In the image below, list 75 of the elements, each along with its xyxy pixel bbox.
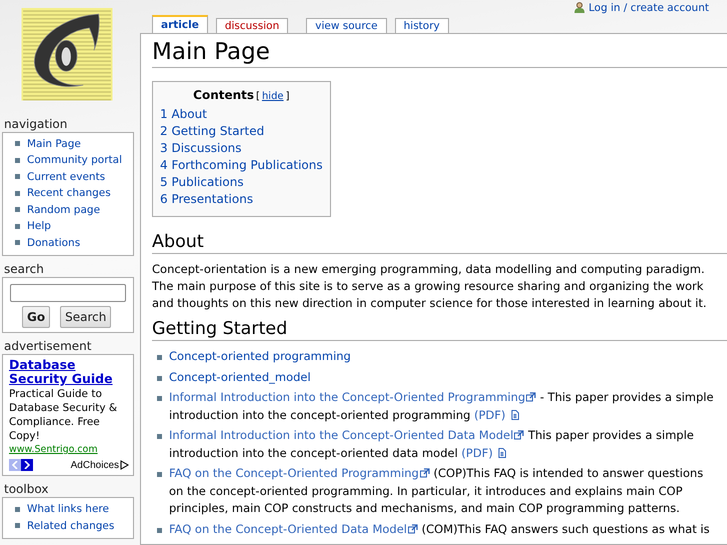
toolbox-link[interactable]: Related changes	[27, 520, 114, 532]
bullet-icon	[157, 472, 162, 477]
toc-link[interactable]: 5 Publications	[160, 174, 323, 191]
document-icon	[497, 448, 508, 458]
bullet-icon	[15, 174, 20, 180]
bullet-icon	[15, 224, 20, 229]
page-tab[interactable]: article	[152, 15, 208, 33]
nav-link[interactable]: Current events	[27, 170, 106, 183]
nav-link[interactable]: Community portal	[27, 154, 122, 166]
nav-link[interactable]: Recent changes	[27, 187, 111, 200]
toc-link[interactable]: 4 Forthcoming Publications	[160, 157, 323, 174]
ad-headline[interactable]: Database Security Guide	[9, 358, 129, 386]
bullet-icon	[157, 355, 162, 360]
nav-link[interactable]: Donations	[27, 236, 80, 249]
external-link-icon	[408, 524, 418, 534]
portlet-heading: advertisement	[4, 339, 92, 353]
bullet-icon	[157, 434, 162, 439]
document-icon	[510, 410, 520, 420]
toolbox-link[interactable]: What links here	[27, 503, 109, 516]
nav-link[interactable]: Random page	[27, 204, 100, 216]
list-item-text: Informal Introduction into the Concept-Oriented Programming - This paper provides a simple introduction into the concept-oriented programming (PDF)	[169, 389, 715, 424]
contents-heading: Contents	[193, 88, 254, 102]
adchoices-label[interactable]: AdChoices	[70, 460, 119, 470]
list-item-text: Informal Introduction into the Concept-Oriented Data Model This paper provides a simple introduction into the concept-oriented data model (PDF)	[169, 427, 695, 462]
toc-link[interactable]: 1 About	[160, 106, 323, 123]
external-link[interactable]: Informal Introduction into the Concept-Oriented Programming	[169, 390, 536, 404]
article-link[interactable]: Concept-oriented programming	[169, 349, 351, 363]
portlet-heading: navigation	[4, 116, 68, 130]
search-button[interactable]: Search	[60, 306, 112, 328]
toc-link[interactable]: 3 Discussions	[160, 140, 323, 157]
ad-url[interactable]: www.Sentrigo.com	[9, 443, 129, 456]
external-link-icon	[514, 430, 524, 440]
pdf-link[interactable]: (PDF)	[461, 446, 508, 460]
hide-link[interactable]: hide	[262, 91, 284, 102]
toc-link[interactable]: 2 Getting Started	[160, 123, 323, 140]
external-link[interactable]: FAQ on the Concept-Oriented Data Model	[169, 522, 418, 536]
bracket-icon: [	[256, 91, 260, 102]
bullet-icon	[157, 528, 162, 532]
external-link-icon	[420, 468, 430, 478]
page-tab[interactable]: history	[394, 18, 449, 33]
bullet-icon	[15, 240, 20, 246]
go-button[interactable]: Go	[22, 306, 50, 328]
nav-link[interactable]: Help	[27, 220, 51, 232]
play-icon	[120, 460, 129, 470]
bullet-icon	[157, 396, 162, 401]
bullet-icon	[15, 523, 20, 528]
bullet-icon	[15, 141, 20, 146]
page-title: Main Page	[152, 38, 727, 68]
nav-link[interactable]: Main Page	[27, 138, 81, 150]
section-heading: About	[152, 231, 727, 254]
next-button[interactable]	[21, 459, 33, 471]
pdf-link[interactable]: (PDF)	[474, 408, 520, 422]
page-tab[interactable]: discussion	[216, 18, 288, 33]
toc-link[interactable]: 6 Presentations	[160, 191, 323, 208]
bracket-icon: ]	[286, 91, 290, 102]
bullet-icon	[157, 376, 162, 380]
ad-text: Practical Guide to Database Security & Compliance. Free Copy!	[9, 387, 118, 443]
external-link-icon	[526, 392, 536, 402]
list-item-text: FAQ on the Concept-Oriented Programming (COP)This FAQ is intended to answer questions on the concept-oriented programming. In particular, it introduces and explains main COP principles, main COP constructs and mechanisms, and main COP programming patterns.	[169, 465, 704, 517]
article-link[interactable]: Concept-oriented_model	[169, 370, 311, 384]
external-link[interactable]: Informal Introduction into the Concept-Oriented Data Model	[169, 428, 524, 442]
user-icon	[574, 2, 585, 13]
bullet-icon	[15, 158, 20, 163]
list-item-text: FAQ on the Concept-Oriented Data Model (COM)This FAQ answers such questions as what is	[169, 520, 711, 538]
portlet-heading: search	[4, 262, 45, 276]
bullet-icon	[15, 190, 20, 196]
bullet-icon	[15, 207, 20, 212]
paragraph: Concept-orientation is a new emerging programming, data modelling and computing paradigm. The main purpose of this site is to serve as a growing resource sharing and organizing the work and thoughts on this new direction in computer science for those interested in learning about it.	[152, 261, 708, 312]
search-field[interactable]	[10, 284, 126, 302]
portlet-heading: toolbox	[4, 482, 50, 496]
section-heading: Getting Started	[152, 318, 727, 341]
external-link[interactable]: FAQ on the Concept-Oriented Programming	[169, 466, 430, 480]
page-tab[interactable]: view source	[306, 18, 387, 33]
login-link[interactable]: Log in / create account	[588, 2, 709, 14]
bullet-icon	[15, 506, 20, 512]
